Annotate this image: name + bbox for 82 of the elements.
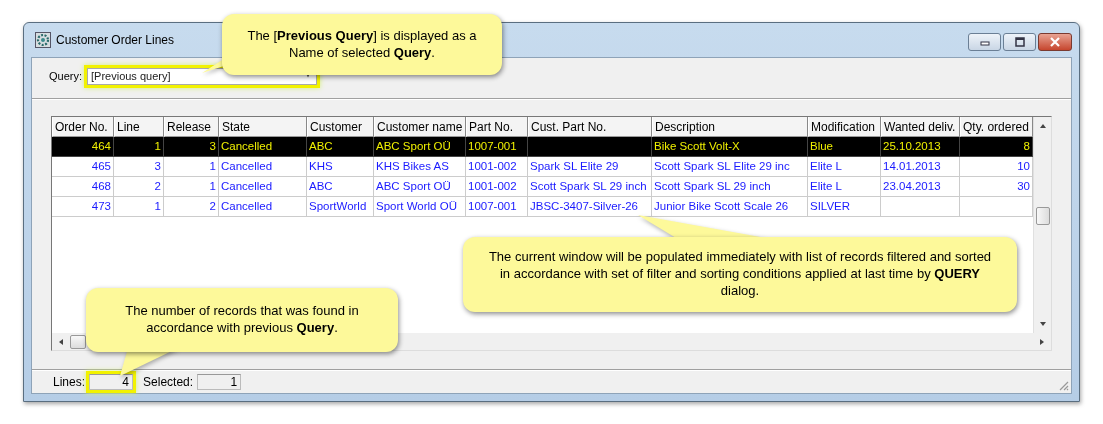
table-cell: SILVER: [810, 200, 851, 212]
gear-icon: [35, 32, 51, 48]
table-cell: 14.01.2013: [883, 160, 941, 172]
table-cell: 10: [1017, 160, 1030, 172]
scroll-up-icon[interactable]: [1038, 123, 1047, 129]
table-cell: KHS: [309, 160, 333, 172]
close-button[interactable]: [1038, 33, 1072, 51]
table-cell: Spark SL Elite 29: [530, 160, 619, 172]
column-header[interactable]: Release: [164, 117, 219, 137]
table-cell: Elite L: [810, 180, 842, 192]
table-cell: JBSC-3407-Silver-26: [530, 200, 638, 212]
table-cell: Scott Spark SL Elite 29 inc: [654, 160, 790, 172]
scroll-left-icon[interactable]: [58, 337, 64, 346]
table-cell: 1: [154, 140, 161, 152]
table-cell: Cancelled: [221, 160, 273, 172]
column-header[interactable]: Customer name: [374, 117, 466, 137]
table-cell: 23.04.2013: [883, 180, 941, 192]
table-cell: Blue: [810, 140, 834, 152]
table-cell: 1: [209, 160, 216, 172]
maximize-icon: [1013, 37, 1026, 47]
table-cell: SportWorld: [309, 200, 367, 212]
column-header[interactable]: State: [219, 117, 307, 137]
query-label: Query:: [49, 70, 82, 82]
scroll-thumb[interactable]: [1035, 207, 1050, 225]
table-cell: 1007-001: [468, 140, 517, 152]
table-cell: 8: [1023, 140, 1030, 152]
column-header[interactable]: Line: [114, 117, 164, 137]
table-cell: KHS Bikes AS: [376, 160, 449, 172]
table-cell: ABC: [309, 140, 333, 152]
selected-count-field: 1: [197, 374, 242, 390]
table-row[interactable]: 473 1 2 Cancelled SportWorld Sport World OÜ 1007-001 JBSC-3407-Silver-26 Junior Bike Scott Scale 26 SILVER: [52, 197, 1033, 217]
table-cell: 1001-002: [468, 180, 517, 192]
column-header[interactable]: Customer: [307, 117, 374, 137]
table-cell: 2: [209, 200, 216, 212]
column-header[interactable]: Part No.: [466, 117, 528, 137]
scroll-down-icon[interactable]: [1038, 321, 1047, 327]
table-cell: 464: [91, 140, 111, 152]
lines-count-field: 4: [89, 374, 134, 390]
table-row[interactable]: 464 1 3 Cancelled ABC ABC Sport OÜ 1007-001 Bike Scott Volt-X Blue 25.10.2013 8: [52, 137, 1033, 157]
table-cell: 3: [209, 140, 216, 152]
table-cell: 1: [154, 200, 161, 212]
table-cell: Cancelled: [221, 140, 273, 152]
table-row[interactable]: 468 2 1 Cancelled ABC ABC Sport OÜ 1001-002 Scott Spark SL 29 inch Scott Spark SL 29 inch Elite L 23.04.2013 30: [52, 177, 1033, 197]
column-header[interactable]: Qty. ordered: [960, 117, 1033, 137]
table-cell: 473: [91, 200, 111, 212]
column-header[interactable]: Cust. Part No.: [528, 117, 652, 137]
table-cell: 468: [91, 180, 111, 192]
close-icon: [1049, 37, 1061, 47]
table-cell: 2: [154, 180, 161, 192]
scroll-thumb[interactable]: [70, 334, 86, 349]
minimize-icon: [978, 38, 991, 46]
table-cell: Sport World OÜ: [376, 200, 457, 212]
window-title: Customer Order Lines: [56, 33, 175, 47]
table-cell: 1: [209, 180, 216, 192]
table-cell: ABC: [309, 180, 333, 192]
table-row[interactable]: 465 3 1 Cancelled KHS KHS Bikes AS 1001-002 Spark SL Elite 29 Scott Spark SL Elite 29 inc Elite L 14.01.2013 10: [52, 157, 1033, 177]
table-cell: Junior Bike Scott Scale 26: [654, 200, 789, 212]
table-cell: Bike Scott Volt-X: [654, 140, 740, 152]
table-cell: 3: [154, 160, 161, 172]
column-header[interactable]: Modification: [808, 117, 881, 137]
table-cell: ABC Sport OÜ: [376, 180, 451, 192]
table-cell: Cancelled: [221, 200, 273, 212]
table-cell: 30: [1017, 180, 1030, 192]
selected-label: Selected:: [143, 375, 194, 389]
table-cell: 1007-001: [468, 200, 517, 212]
table-cell: 465: [91, 160, 111, 172]
table-cell: ABC Sport OÜ: [376, 140, 451, 152]
table-cell: Elite L: [810, 160, 842, 172]
column-header[interactable]: Order No.: [52, 117, 114, 137]
table-cell: Scott Spark SL 29 inch: [530, 180, 647, 192]
table-cell: 25.10.2013: [883, 140, 941, 152]
table-cell: Scott Spark SL 29 inch: [654, 180, 771, 192]
resize-grip-icon[interactable]: [1057, 379, 1069, 391]
column-header[interactable]: Wanted deliv.: [881, 117, 960, 137]
column-header[interactable]: Description: [652, 117, 808, 137]
table-cell: 1001-002: [468, 160, 517, 172]
table-cell: Cancelled: [221, 180, 273, 192]
scroll-right-icon[interactable]: [1039, 337, 1045, 346]
vertical-scrollbar[interactable]: [1033, 117, 1051, 333]
minimize-button[interactable]: [968, 33, 1001, 51]
lines-label: Lines:: [53, 375, 86, 389]
maximize-button[interactable]: [1003, 33, 1036, 51]
